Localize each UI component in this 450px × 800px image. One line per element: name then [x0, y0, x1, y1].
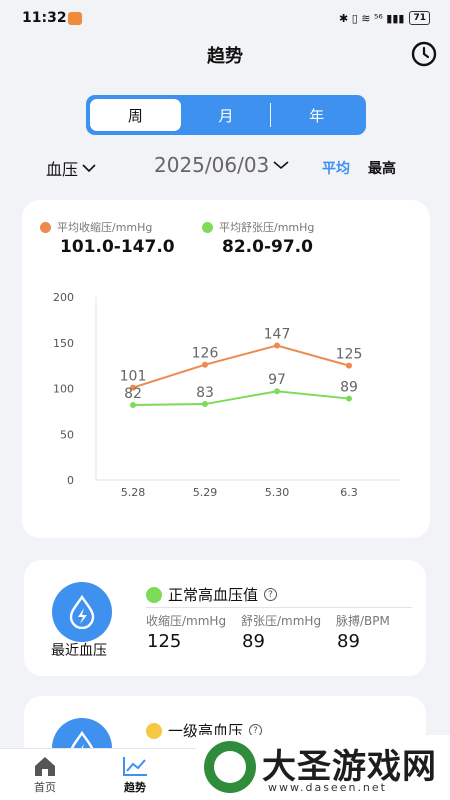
diastolic-col-label: 舒张压/mmHg — [241, 614, 322, 628]
status-bar: 11:32 ✱ ▯ ≋ ⁵⁶ ▮▮▮ 71 — [0, 0, 450, 36]
mode-average-button[interactable]: 平均 — [322, 158, 350, 178]
watermark-banner: 大圣游戏网 www.daseen.net — [196, 735, 450, 800]
latest-bp-card[interactable]: 最近血压 正常高血压值 ? 收缩压/mmHg 舒张压/mmHg 脉搏/BPM 1… — [24, 560, 426, 676]
data-label: 89 — [340, 380, 358, 396]
tab-week[interactable]: 周 — [90, 99, 181, 131]
x-tick-label: 5.28 — [121, 486, 146, 499]
data-label: 125 — [336, 347, 363, 363]
trend-line-chart: 0 50 100 150 200 5.28 5.29 5.30 6.3 101 126 147 125 8… — [53, 291, 400, 499]
trend-icon — [123, 757, 147, 776]
data-label: 83 — [196, 385, 214, 401]
data-point — [346, 362, 352, 369]
y-tick-label: 150 — [53, 337, 74, 350]
page-title: 趋势 — [207, 46, 243, 67]
tab-year-label: 年 — [309, 106, 325, 125]
data-label: 147 — [264, 326, 291, 342]
home-icon — [35, 757, 55, 776]
x-tick-label: 5.30 — [265, 486, 290, 499]
nav-home-label: 首页 — [34, 781, 56, 794]
blood-drop-icon — [52, 582, 112, 642]
battery-icon: 71 — [409, 11, 430, 25]
bp-status: 正常高血压值 ? — [146, 584, 278, 605]
y-tick-label: 50 — [60, 428, 74, 441]
watermark-logo-icon — [204, 741, 256, 793]
clock-icon[interactable] — [410, 40, 438, 68]
nav-trend-label: 趋势 — [124, 781, 146, 794]
chevron-down-icon — [82, 164, 96, 173]
y-tick-label: 0 — [67, 474, 74, 487]
data-label: 97 — [268, 372, 286, 388]
tab-week-label: 周 — [127, 106, 143, 125]
data-point — [346, 395, 352, 402]
watermark-url: www.daseen.net — [268, 781, 387, 794]
diastolic-value: 89 — [242, 631, 265, 652]
header: 趋势 — [0, 36, 450, 76]
latest-bp-label: 最近血压 — [51, 643, 107, 659]
nav-home[interactable]: 首页 — [15, 755, 75, 795]
data-point — [274, 388, 280, 395]
tab-month[interactable]: 月 — [181, 99, 272, 131]
tab-year[interactable]: 年 — [271, 99, 362, 131]
date-dropdown[interactable]: 2025/06/03 — [154, 153, 289, 177]
metric-label: 血压 — [46, 160, 79, 179]
data-label: 82 — [124, 386, 142, 402]
mode-max-button[interactable]: 最高 — [368, 158, 396, 178]
bp-status-text: 正常高血压值 — [168, 586, 259, 604]
metric-dropdown[interactable]: 血压 — [46, 156, 96, 180]
data-label: 126 — [192, 346, 219, 362]
systolic-value: 125 — [147, 631, 182, 652]
period-tabs: 周 月 年 — [86, 95, 366, 135]
signal-icons: ✱ ▯ ≋ ⁵⁶ ▮▮▮ — [339, 11, 405, 25]
status-icons: ✱ ▯ ≋ ⁵⁶ ▮▮▮ 71 — [339, 11, 430, 25]
tab-month-label: 月 — [218, 106, 234, 125]
data-label: 101 — [120, 369, 147, 385]
data-point — [130, 401, 136, 408]
chart-card: 平均收缩压/mmHg 平均舒张压/mmHg 101.0-147.0 82.0-9… — [22, 200, 430, 538]
status-dot — [146, 586, 162, 603]
date-label: 2025/06/03 — [154, 153, 270, 177]
data-point — [274, 342, 280, 349]
status-dot — [146, 722, 162, 739]
y-tick-label: 100 — [53, 383, 74, 396]
data-point — [202, 361, 208, 368]
x-tick-label: 6.3 — [340, 486, 358, 499]
series-line-0 — [132, 344, 350, 389]
systolic-col-label: 收缩压/mmHg — [146, 614, 227, 628]
data-point — [202, 401, 208, 408]
divider — [146, 607, 412, 608]
help-icon[interactable]: ? — [264, 588, 278, 601]
chevron-down-icon — [273, 161, 289, 170]
series-line-1 — [132, 390, 350, 406]
pulse-col-label: 脉搏/BPM — [336, 614, 390, 628]
filter-row: 血压 2025/06/03 平均 最高 — [0, 152, 450, 182]
y-tick-label: 200 — [53, 291, 74, 304]
status-time: 11:32 — [22, 10, 67, 26]
notification-icon — [68, 12, 82, 25]
x-tick-label: 5.29 — [193, 486, 218, 499]
pulse-value: 89 — [337, 631, 360, 652]
nav-trend[interactable]: 趋势 — [105, 755, 165, 795]
